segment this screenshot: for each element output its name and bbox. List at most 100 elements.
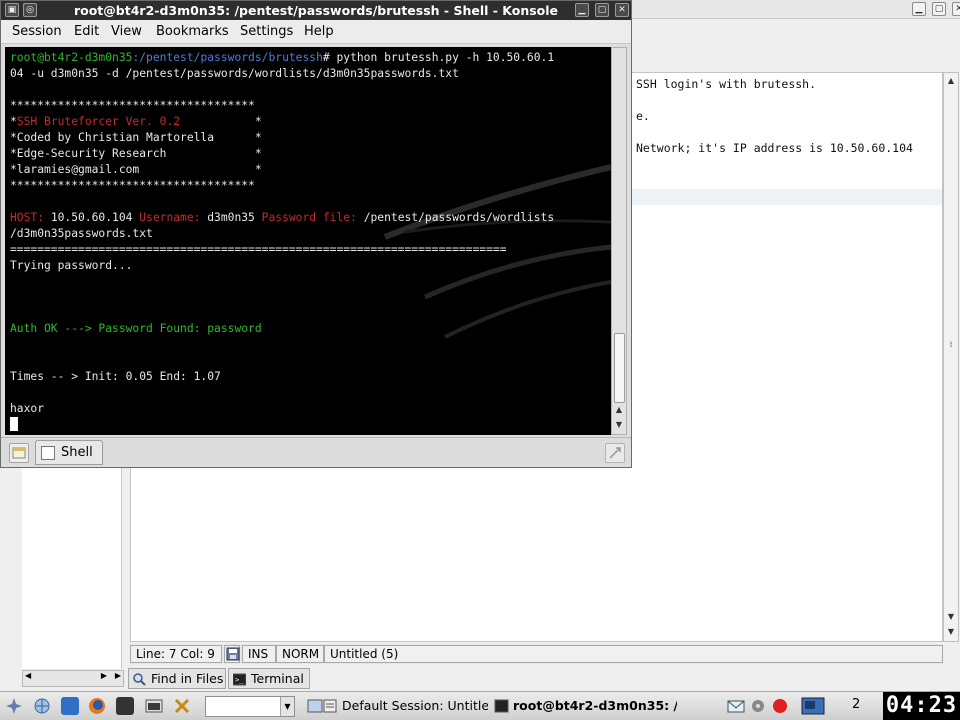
clock[interactable]: 04:23 bbox=[883, 692, 960, 720]
insert-mode[interactable]: INS bbox=[242, 645, 276, 663]
terminal-cursor bbox=[10, 417, 18, 431]
scroll-grip-icon[interactable]: ⁞ bbox=[945, 339, 957, 351]
terminal-line: ************************************ bbox=[10, 99, 255, 112]
chevron-down-icon[interactable]: ▼ bbox=[280, 697, 294, 716]
tab-label: Shell bbox=[61, 445, 93, 460]
window-title: root@bt4r2-d3m0n35: /pentest/passwords/b… bbox=[73, 3, 559, 18]
menu-session[interactable]: Session bbox=[12, 24, 62, 39]
maximize-icon[interactable]: ▢ bbox=[595, 3, 609, 17]
firefox-icon[interactable] bbox=[88, 697, 106, 715]
network-tools-icon[interactable] bbox=[33, 697, 51, 715]
terminal-line-target: HOST: 10.50.60.104 Username: d3m0n35 Pas… bbox=[10, 210, 554, 225]
terminal-separator: ========================================… bbox=[10, 243, 507, 256]
pin-icon[interactable]: ◎ bbox=[23, 3, 37, 17]
editor-statusbar: Line: 7 Col: 9 INS NORM Untitled (5) bbox=[130, 644, 943, 664]
password-file-value: /pentest/passwords/wordlists bbox=[356, 211, 555, 224]
minimize-icon[interactable]: ▁ bbox=[912, 2, 926, 16]
new-tab-icon bbox=[12, 447, 26, 459]
terminal-icon bbox=[41, 446, 55, 460]
terminal-icon[interactable] bbox=[116, 697, 134, 715]
terminal-line-prompt: root@bt4r2-d3m0n35:/pentest/passwords/br… bbox=[10, 50, 554, 65]
record-icon[interactable] bbox=[771, 697, 789, 715]
menu-bookmarks[interactable]: Bookmarks bbox=[156, 24, 229, 39]
file-browser-hscroll[interactable]: ◀ ▶ ▶ bbox=[22, 670, 124, 687]
banner-star: * bbox=[10, 115, 17, 128]
terminal-icon: >_ bbox=[232, 672, 247, 686]
menu-settings[interactable]: Settings bbox=[240, 24, 293, 39]
terminal-output[interactable]: root@bt4r2-d3m0n35:/pentest/passwords/br… bbox=[5, 47, 611, 435]
task-label: root@bt4r2-d3m0n35: /p bbox=[513, 698, 677, 713]
scroll-right-end-icon[interactable]: ▶ bbox=[115, 671, 121, 680]
terminal-line-success: Auth OK ---> Password Found: password bbox=[10, 322, 262, 335]
pager-icon[interactable] bbox=[801, 697, 825, 715]
terminal-icon bbox=[494, 699, 509, 713]
editor-bottom-tabs: Find in Files >_ Terminal bbox=[128, 668, 960, 690]
save-icon[interactable] bbox=[224, 645, 240, 663]
taskbar-combo[interactable]: ▼ bbox=[205, 696, 295, 717]
terminal-line: 04 -u d3m0n35 -d /pentest/passwords/word… bbox=[10, 67, 459, 80]
application-icon[interactable] bbox=[145, 697, 163, 715]
new-tab-button[interactable] bbox=[9, 443, 29, 463]
scroll-up-icon[interactable]: ▲ bbox=[613, 404, 625, 416]
tab-terminal[interactable]: >_ Terminal bbox=[228, 668, 310, 689]
scroll-thumb[interactable] bbox=[614, 333, 625, 403]
konsole-titlebar[interactable]: ▣ ◎ root@bt4r2-d3m0n35: /pentest/passwor… bbox=[1, 1, 631, 20]
terminal-line: Trying password... bbox=[10, 259, 133, 272]
desktop-number[interactable]: 2 bbox=[852, 697, 860, 712]
menu-view[interactable]: View bbox=[111, 24, 142, 39]
editor-line: Network; it's IP address is 10.50.60.104 bbox=[636, 141, 913, 155]
window-menu-icon[interactable]: ▣ bbox=[5, 3, 19, 17]
scroll-down-icon[interactable]: ▼ bbox=[613, 419, 625, 431]
terminal-line: *Coded by Christian Martorella * bbox=[10, 131, 262, 144]
task-default-session[interactable]: Default Session: Untitle bbox=[320, 696, 488, 718]
tab-shell[interactable]: Shell bbox=[35, 440, 103, 465]
username-label: Username: bbox=[139, 211, 201, 224]
konsole-tabbar: Shell bbox=[1, 437, 631, 467]
tab-find-in-files[interactable]: Find in Files bbox=[128, 668, 226, 689]
scroll-left-icon[interactable]: ◀ bbox=[25, 671, 31, 680]
taskbar: ▼ Default Session: Untitle root@bt4r2-d3… bbox=[0, 691, 960, 720]
document-name: Untitled (5) bbox=[324, 645, 943, 663]
file-browser-panel[interactable] bbox=[22, 467, 122, 669]
task-konsole[interactable]: root@bt4r2-d3m0n35: /p bbox=[491, 696, 677, 718]
menu-edit[interactable]: Edit bbox=[74, 24, 99, 39]
terminal-line: *Edge-Security Research * bbox=[10, 147, 262, 160]
terminal-line-banner: *SSH Bruteforcer Ver. 0.2 * bbox=[10, 114, 262, 129]
scroll-down-end-icon[interactable]: ▼ bbox=[945, 626, 957, 638]
password-file-label: Password file: bbox=[261, 211, 357, 224]
close-icon[interactable]: ✕ bbox=[615, 3, 629, 17]
terminal-line: ************************************ bbox=[10, 179, 255, 192]
menu-help[interactable]: Help bbox=[304, 24, 334, 39]
minimize-icon[interactable]: ▁ bbox=[575, 3, 589, 17]
prompt-path: :/pentest/passwords/brutessh bbox=[132, 51, 323, 64]
network-status-icon[interactable] bbox=[749, 697, 767, 715]
mail-icon[interactable] bbox=[727, 697, 745, 715]
close-tab-icon bbox=[609, 447, 621, 459]
scroll-up-icon[interactable]: ▲ bbox=[945, 75, 957, 87]
search-icon bbox=[133, 672, 146, 686]
scroll-right-icon[interactable]: ▶ bbox=[101, 671, 107, 680]
banner-title: SSH Bruteforcer Ver. 0.2 bbox=[16, 115, 181, 128]
close-tab-button[interactable] bbox=[605, 443, 625, 463]
task-label: Default Session: Untitle bbox=[342, 698, 488, 713]
input-mode[interactable]: NORM bbox=[276, 645, 324, 663]
maximize-icon[interactable]: ▢ bbox=[932, 2, 946, 16]
tools-icon[interactable] bbox=[173, 697, 191, 715]
terminal-vscroll[interactable]: ▲ ▼ bbox=[611, 47, 627, 435]
konsole-menubar: Session Edit View Bookmarks Settings Hel… bbox=[1, 20, 631, 44]
editor-vscroll[interactable]: ▲ ⁞ ▼ ▼ bbox=[943, 72, 959, 642]
desktop-icon[interactable] bbox=[61, 697, 79, 715]
host-value: 10.50.60.104 bbox=[44, 211, 140, 224]
terminal-line-input: haxor bbox=[10, 402, 45, 415]
terminal-line: Times -- > Init: 0.05 End: 1.07 bbox=[10, 370, 221, 383]
editor-line: SSH login's with brutessh. bbox=[636, 77, 817, 91]
k-menu-icon[interactable] bbox=[5, 697, 23, 715]
editor-icon bbox=[323, 699, 338, 713]
tab-label: Terminal bbox=[251, 671, 304, 686]
username-value: d3m0n35 bbox=[200, 211, 262, 224]
scroll-down-icon[interactable]: ▼ bbox=[945, 611, 957, 623]
close-icon[interactable]: ✕ bbox=[952, 2, 960, 16]
editor-titlebar: ▁ ▢ ✕ bbox=[630, 0, 960, 19]
terminal-line: /d3m0n35passwords.txt bbox=[10, 227, 153, 240]
prompt-user: root@bt4r2-d3m0n35 bbox=[10, 51, 133, 64]
